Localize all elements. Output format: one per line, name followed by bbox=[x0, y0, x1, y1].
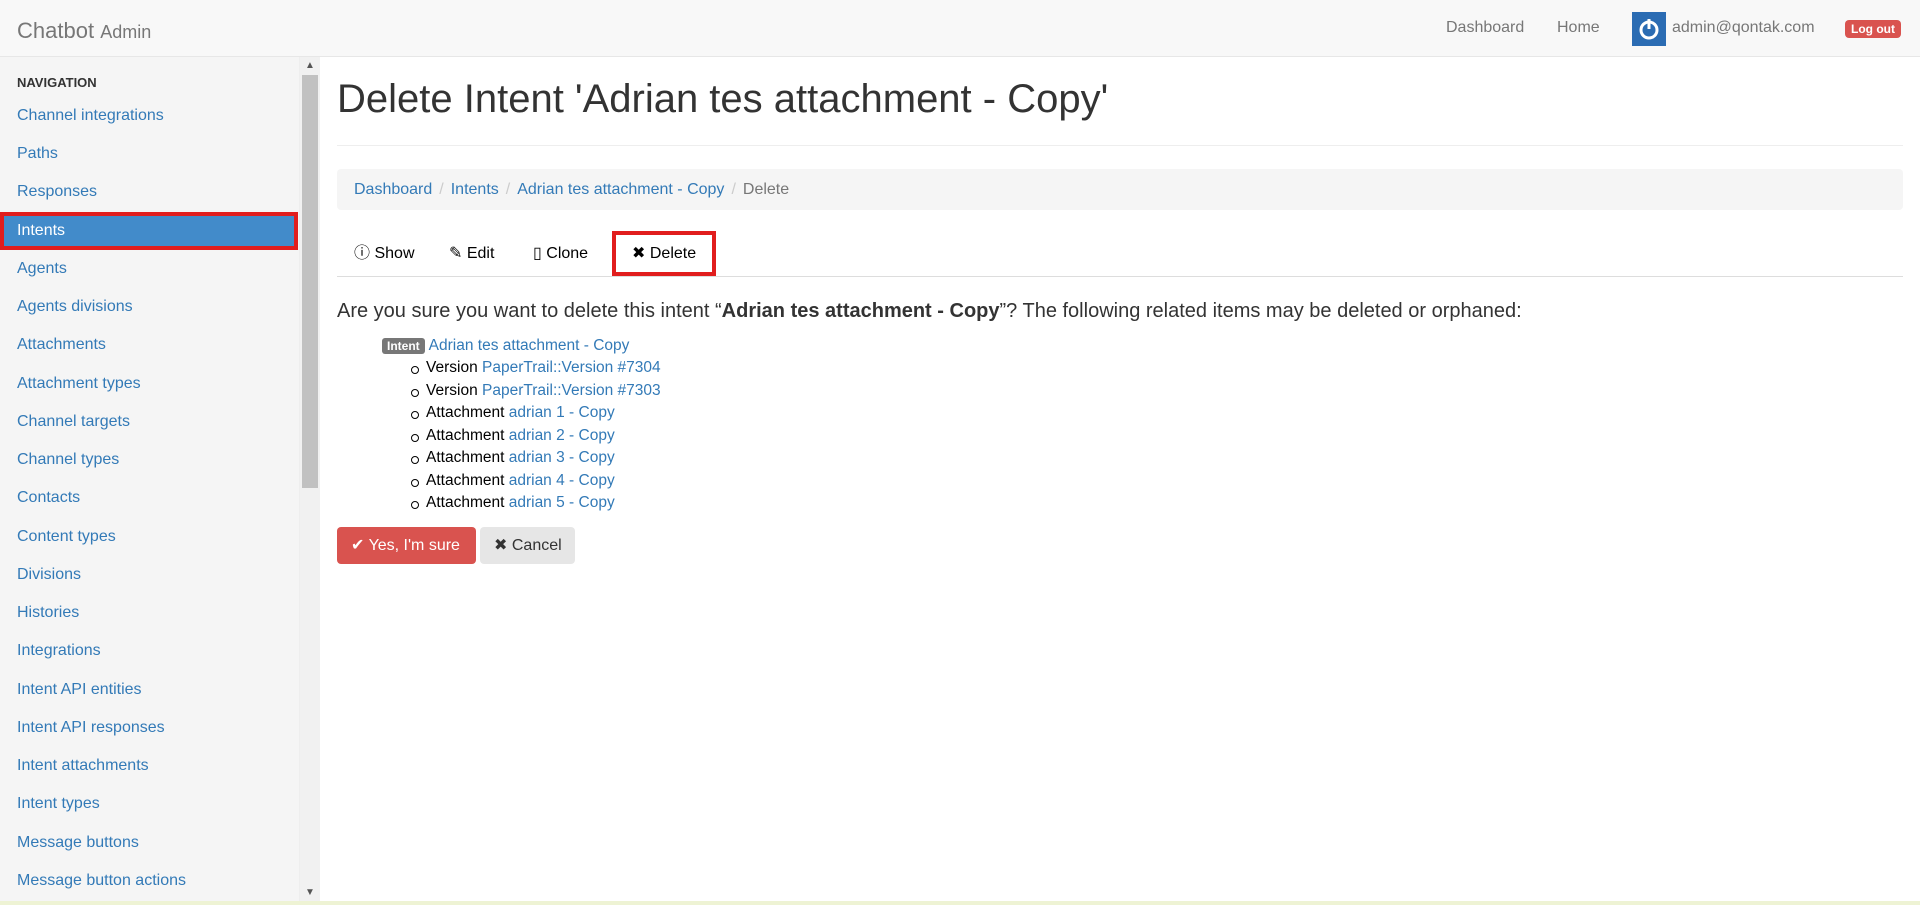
page-title: Delete Intent 'Adrian tes attachment - C… bbox=[337, 77, 1109, 121]
tab-show-label: Show bbox=[374, 245, 415, 262]
nav-dashboard-link[interactable]: Dashboard bbox=[1446, 19, 1524, 37]
attachment-link[interactable]: adrian 3 - Copy bbox=[509, 449, 615, 466]
bottom-border bbox=[0, 901, 1920, 905]
list-item: Version PaperTrail::Version #7303 bbox=[411, 382, 661, 400]
sidebar-item-message-button-actions[interactable]: Message button actions bbox=[0, 862, 298, 900]
sidebar-item-intents[interactable]: Intents bbox=[0, 212, 298, 250]
attachment-link[interactable]: adrian 5 - Copy bbox=[509, 494, 615, 511]
sidebar-item-responses[interactable]: Responses bbox=[0, 173, 298, 211]
confirm-suffix: ”? The following related items may be de… bbox=[999, 300, 1522, 322]
tab-clone-label: Clone bbox=[546, 245, 589, 262]
item-type: Version bbox=[426, 359, 478, 376]
sidebar-item-attachment-types[interactable]: Attachment types bbox=[0, 365, 298, 403]
file-icon: ▯ bbox=[533, 245, 542, 262]
sidebar-item-intent-api-entities[interactable]: Intent API entities bbox=[0, 671, 298, 709]
sidebar-item-content-types[interactable]: Content types bbox=[0, 518, 298, 556]
nav-home-link[interactable]: Home bbox=[1557, 19, 1600, 37]
breadcrumb-intent-name[interactable]: Adrian tes attachment - Copy bbox=[517, 181, 724, 198]
breadcrumb-current: Delete bbox=[742, 181, 790, 198]
check-icon: ✔ bbox=[351, 537, 365, 554]
times-icon: ✖ bbox=[632, 245, 646, 262]
sidebar-item-agents-divisions[interactable]: Agents divisions bbox=[0, 288, 298, 326]
item-type: Attachment bbox=[426, 494, 505, 511]
nav-header: NAVIGATION bbox=[17, 75, 97, 90]
list-item: Attachment adrian 2 - Copy bbox=[411, 427, 615, 445]
action-tabs: ⓘ Show ✎ Edit ▯ Clone ✖ Delete bbox=[337, 231, 1903, 277]
avatar[interactable] bbox=[1632, 12, 1666, 46]
scroll-thumb[interactable] bbox=[302, 75, 318, 488]
brand-name: Chatbot bbox=[17, 18, 95, 43]
delete-confirm-message: Are you sure you want to delete this int… bbox=[337, 300, 1522, 323]
attachment-link[interactable]: adrian 1 - Copy bbox=[509, 404, 615, 421]
pencil-icon: ✎ bbox=[449, 245, 463, 262]
tab-edit[interactable]: ✎ Edit bbox=[449, 231, 494, 276]
sidebar-item-channel-integrations[interactable]: Channel integrations bbox=[0, 97, 298, 135]
sidebar-item-divisions[interactable]: Divisions bbox=[0, 556, 298, 594]
item-type: Attachment bbox=[426, 427, 505, 444]
sidebar-item-intent-attachments[interactable]: Intent attachments bbox=[0, 747, 298, 785]
sidebar-item-channel-types[interactable]: Channel types bbox=[0, 441, 298, 479]
confirm-intent-name: Adrian tes attachment - Copy bbox=[721, 300, 1000, 322]
confirm-delete-button[interactable]: ✔ Yes, I'm sure bbox=[337, 527, 476, 564]
times-icon: ✖ bbox=[494, 537, 508, 554]
breadcrumb-separator: / bbox=[505, 181, 511, 198]
scroll-up-arrow-icon[interactable]: ▲ bbox=[305, 60, 315, 71]
list-item: Attachment adrian 1 - Copy bbox=[411, 404, 615, 422]
breadcrumb-dashboard[interactable]: Dashboard bbox=[354, 181, 432, 198]
brand-sub: Admin bbox=[100, 22, 152, 42]
list-item: Attachment adrian 5 - Copy bbox=[411, 494, 615, 512]
item-type: Attachment bbox=[426, 472, 505, 489]
breadcrumb-separator: / bbox=[731, 181, 736, 198]
sidebar-item-intent-types[interactable]: Intent types bbox=[0, 785, 298, 823]
list-item: Attachment adrian 4 - Copy bbox=[411, 472, 615, 490]
tab-show[interactable]: ⓘ Show bbox=[354, 231, 415, 276]
tab-delete-label: Delete bbox=[649, 245, 697, 262]
cancel-label: Cancel bbox=[511, 537, 562, 554]
confirm-prefix: Are you sure you want to delete this int… bbox=[337, 300, 722, 322]
cancel-button[interactable]: ✖ Cancel bbox=[480, 527, 575, 564]
sidebar-item-agents[interactable]: Agents bbox=[0, 250, 298, 288]
list-item: Attachment adrian 3 - Copy bbox=[411, 449, 615, 467]
logout-button[interactable]: Log out bbox=[1845, 20, 1901, 38]
info-icon: ⓘ bbox=[354, 245, 371, 262]
tab-delete[interactable]: ✖ Delete bbox=[612, 231, 717, 276]
intent-link[interactable]: Adrian tes attachment - Copy bbox=[429, 337, 630, 354]
brand-logo[interactable]: Chatbot Admin bbox=[17, 18, 151, 44]
confirm-delete-label: Yes, I'm sure bbox=[368, 537, 460, 554]
tab-edit-label: Edit bbox=[466, 245, 495, 262]
breadcrumb: Dashboard / Intents / Adrian tes attachment … bbox=[337, 169, 1903, 210]
sidebar-scrollbar[interactable]: ▲ ▼ bbox=[300, 57, 320, 905]
sidebar-item-channel-targets[interactable]: Channel targets bbox=[0, 403, 298, 441]
sidebar-item-message-buttons[interactable]: Message buttons bbox=[0, 824, 298, 862]
sidebar-item-intent-api-responses[interactable]: Intent API responses bbox=[0, 709, 298, 747]
sidebar: NAVIGATION Channel integrations Paths Re… bbox=[0, 57, 300, 905]
version-link[interactable]: PaperTrail::Version #7303 bbox=[482, 382, 661, 399]
item-type: Attachment bbox=[426, 404, 505, 421]
top-navbar: Chatbot Admin Dashboard Home admin@qonta… bbox=[0, 0, 1920, 57]
scroll-down-arrow-icon[interactable]: ▼ bbox=[305, 887, 315, 898]
power-icon bbox=[1639, 19, 1659, 40]
sidebar-item-contacts[interactable]: Contacts bbox=[0, 479, 298, 517]
title-divider bbox=[337, 145, 1903, 146]
version-link[interactable]: PaperTrail::Version #7304 bbox=[482, 359, 661, 376]
breadcrumb-intents[interactable]: Intents bbox=[451, 181, 499, 198]
sidebar-item-attachments[interactable]: Attachments bbox=[0, 326, 298, 364]
sidebar-item-integrations[interactable]: Integrations bbox=[0, 632, 298, 670]
list-item: Version PaperTrail::Version #7304 bbox=[411, 359, 661, 377]
attachment-link[interactable]: adrian 4 - Copy bbox=[509, 472, 615, 489]
tab-clone[interactable]: ▯ Clone bbox=[533, 231, 588, 276]
item-type: Attachment bbox=[426, 449, 505, 466]
item-type: Version bbox=[426, 382, 478, 399]
attachment-link[interactable]: adrian 2 - Copy bbox=[509, 427, 615, 444]
intent-label-badge: Intent bbox=[382, 338, 425, 354]
sidebar-item-histories[interactable]: Histories bbox=[0, 594, 298, 632]
sidebar-item-paths[interactable]: Paths bbox=[0, 135, 298, 173]
user-email-link[interactable]: admin@qontak.com bbox=[1672, 19, 1815, 37]
breadcrumb-separator: / bbox=[439, 181, 444, 198]
